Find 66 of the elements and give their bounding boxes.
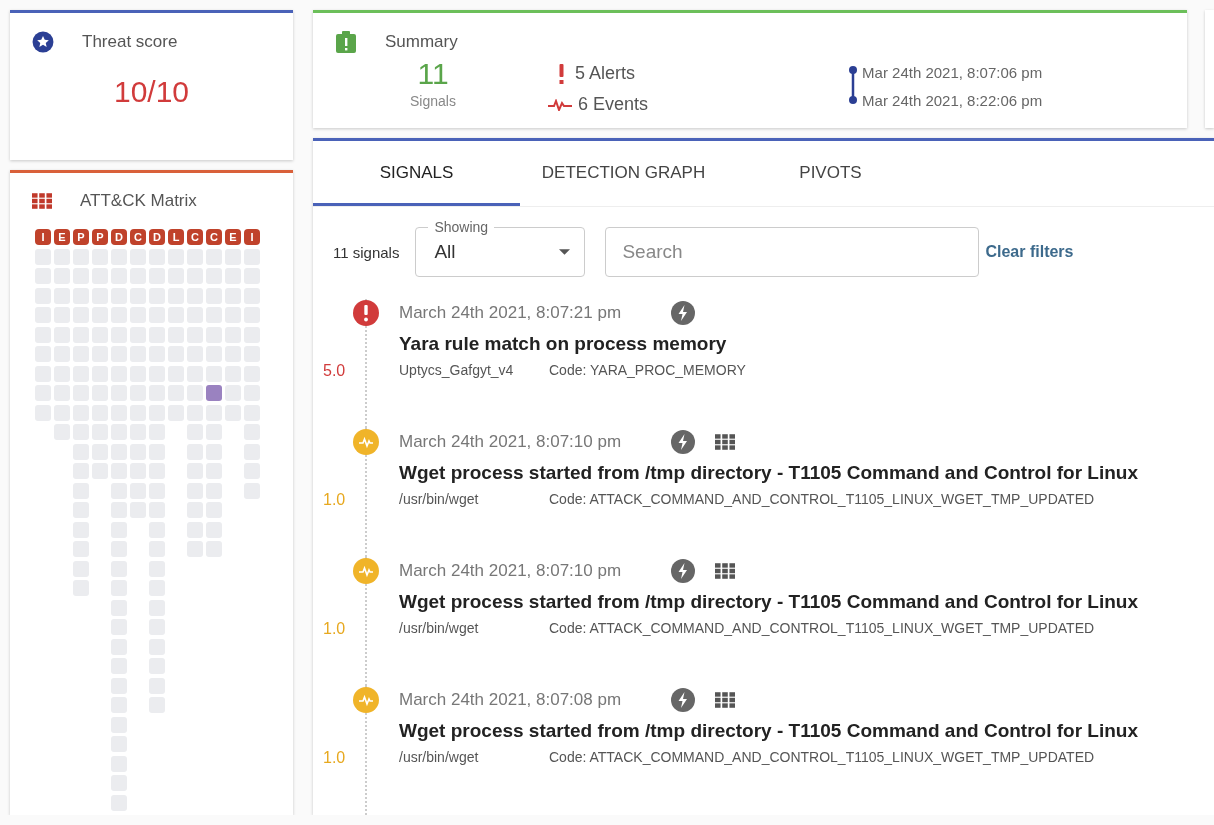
card-title: Summary <box>385 32 458 52</box>
time-range-icon <box>848 65 859 105</box>
pulse-icon <box>352 428 380 456</box>
tactic-label[interactable]: P <box>92 229 108 245</box>
grid-icon <box>32 193 52 209</box>
signals-count: 11 signals <box>333 243 400 261</box>
clipboard-icon <box>335 31 357 53</box>
grid-icon[interactable] <box>715 434 736 450</box>
signal-code: Code: ATTACK_COMMAND_AND_CONTROL_T1105_LINUX_WGET_TMP_UPDATED <box>549 620 1095 636</box>
tactic-label[interactable]: D <box>111 229 127 245</box>
lightning-icon[interactable] <box>671 688 696 712</box>
pulse-icon <box>352 686 380 714</box>
tactic-label[interactable]: E <box>54 229 70 245</box>
signal-source: /usr/bin/wget <box>399 491 480 507</box>
lightning-icon[interactable] <box>671 301 696 325</box>
lightning-icon[interactable] <box>671 430 696 454</box>
signals-count: 11 <box>417 57 449 91</box>
start-time: Mar 24th 2021, 8:07:06 pm <box>862 65 1043 81</box>
caret-icon <box>559 249 571 255</box>
tactic-label[interactable]: I <box>35 229 51 245</box>
card-title: ATT&CK Matrix <box>80 191 197 211</box>
signals-label: Signals <box>410 93 456 109</box>
signal-title[interactable]: Wget process started from /tmp directory - T1105 Command and Control for Linux <box>399 462 1138 484</box>
tactic-label[interactable]: D <box>149 229 165 245</box>
signal-source: /usr/bin/wget <box>399 620 480 636</box>
grid-icon[interactable] <box>715 692 736 708</box>
pulse-icon <box>548 98 572 111</box>
technique-cell[interactable] <box>206 385 222 401</box>
severity-score: 1.0 <box>323 491 346 509</box>
lightning-icon[interactable] <box>671 559 696 583</box>
tactic-label[interactable]: E <box>225 229 241 245</box>
tactic-label[interactable]: C <box>130 229 146 245</box>
severity-score: 1.0 <box>323 620 346 638</box>
end-time: Mar 24th 2021, 8:22:06 pm <box>862 93 1043 109</box>
tactic-label[interactable]: I <box>244 229 260 245</box>
tab[interactable]: SIGNALS <box>313 141 520 206</box>
search-field[interactable]: Search <box>605 227 980 277</box>
signal-title[interactable]: Yara rule match on process memory <box>399 333 746 355</box>
tactic-label[interactable]: C <box>187 229 203 245</box>
signal-code: Code: ATTACK_COMMAND_AND_CONTROL_T1105_LINUX_WGET_TMP_UPDATED <box>549 749 1095 765</box>
signal-time: March 24th 2021, 8:07:10 pm <box>399 561 622 581</box>
tab[interactable]: PIVOTS <box>727 141 934 206</box>
alerts-count: 5 Alerts <box>575 63 636 84</box>
tactic-label[interactable]: P <box>73 229 89 245</box>
alert-icon <box>558 63 565 84</box>
signal-time: March 24th 2021, 8:07:21 pm <box>399 303 622 323</box>
signal-title[interactable]: Wget process started from /tmp directory - T1105 Command and Control for Linux <box>399 591 1138 613</box>
signal-title[interactable]: Wget process started from /tmp directory - T1105 Command and Control for Linux <box>399 720 1138 742</box>
events-count: 6 Events <box>578 94 649 115</box>
signal-time: March 24th 2021, 8:07:08 pm <box>399 690 622 710</box>
tactic-label[interactable]: C <box>206 229 222 245</box>
tab[interactable]: DETECTION GRAPH <box>520 141 727 206</box>
signal-code: Code: ATTACK_COMMAND_AND_CONTROL_T1105_LINUX_WGET_TMP_UPDATED <box>549 491 1095 507</box>
signal-source: Uptycs_Gafgyt_v4 <box>399 362 515 378</box>
severity-score: 1.0 <box>323 749 346 767</box>
signal-source: /usr/bin/wget <box>399 749 480 765</box>
signal-time: March 24th 2021, 8:07:10 pm <box>399 432 622 452</box>
clear-filters-link[interactable]: Clear filters <box>985 243 1074 261</box>
signal-code: Code: YARA_PROC_MEMORY <box>549 362 746 378</box>
pulse-icon <box>352 557 380 585</box>
threat-score: 10/10 <box>112 75 191 109</box>
alert-icon <box>352 299 380 327</box>
tactic-label[interactable]: L <box>168 229 184 245</box>
card-title: Threat score <box>82 32 178 52</box>
severity-score: 5.0 <box>323 362 346 380</box>
grid-icon[interactable] <box>715 563 736 579</box>
